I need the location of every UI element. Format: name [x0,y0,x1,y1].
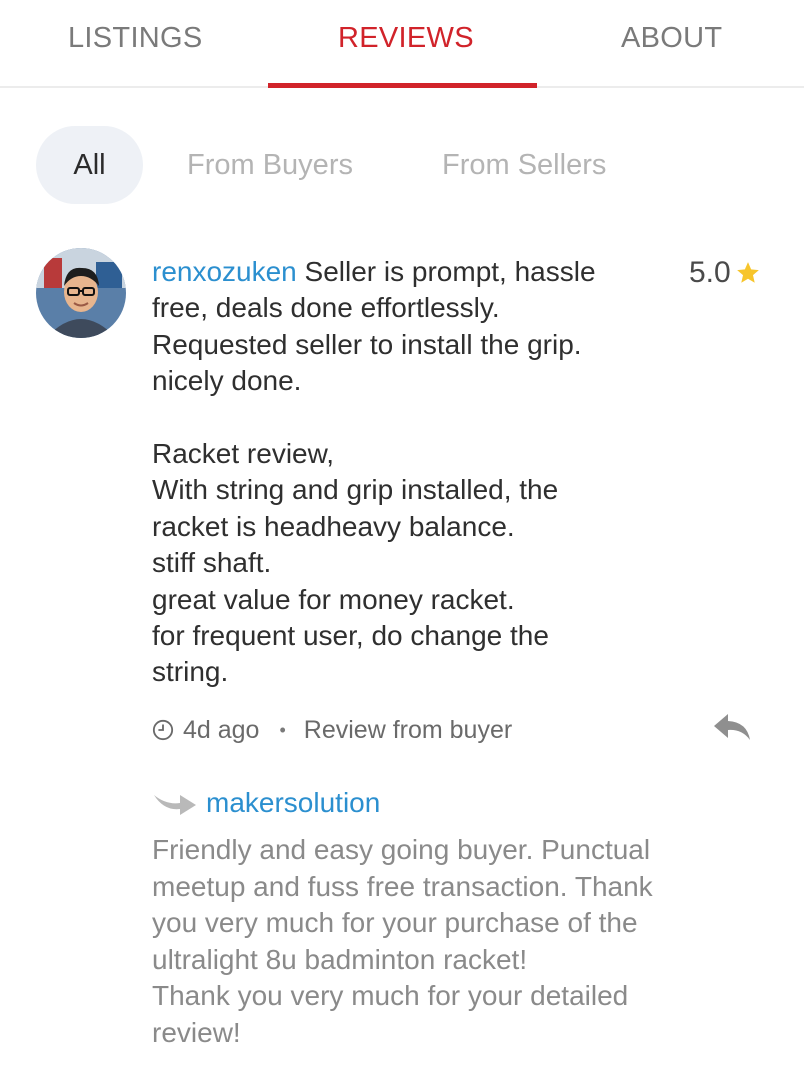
reply-body: Friendly and easy going buyer. Punctual … [152,834,653,1048]
tab-about[interactable]: ABOUT [621,22,722,55]
star-icon [736,262,759,283]
reply-icon[interactable] [712,712,752,742]
tab-reviews[interactable]: REVIEWS [338,22,474,55]
review-body: renxozuken Seller is prompt, hassle free… [152,254,652,691]
reply-username[interactable]: makersolution [206,787,380,819]
rating-value: 5.0 [689,256,731,289]
clock-icon [152,719,174,741]
review-source: Review from buyer [303,715,513,744]
review-time: 4d ago [183,715,260,744]
tab-bar: LISTINGS REVIEWS ABOUT [0,0,804,88]
filter-all[interactable]: All [36,126,143,204]
review-meta: 4d ago • Review from buyer [152,712,512,748]
tab-listings[interactable]: LISTINGS [68,22,203,55]
filter-from-buyers[interactable]: From Buyers [187,126,353,204]
separator-dot: • [279,719,286,740]
filter-from-sellers[interactable]: From Sellers [442,126,606,204]
avatar[interactable] [36,248,126,338]
reply-arrow-icon [154,795,196,815]
review-rating: 5.0 [689,256,761,290]
active-tab-indicator [268,83,537,88]
review-text: Seller is prompt, hassle free, deals don… [152,256,596,688]
review-username[interactable]: renxozuken [152,256,297,287]
